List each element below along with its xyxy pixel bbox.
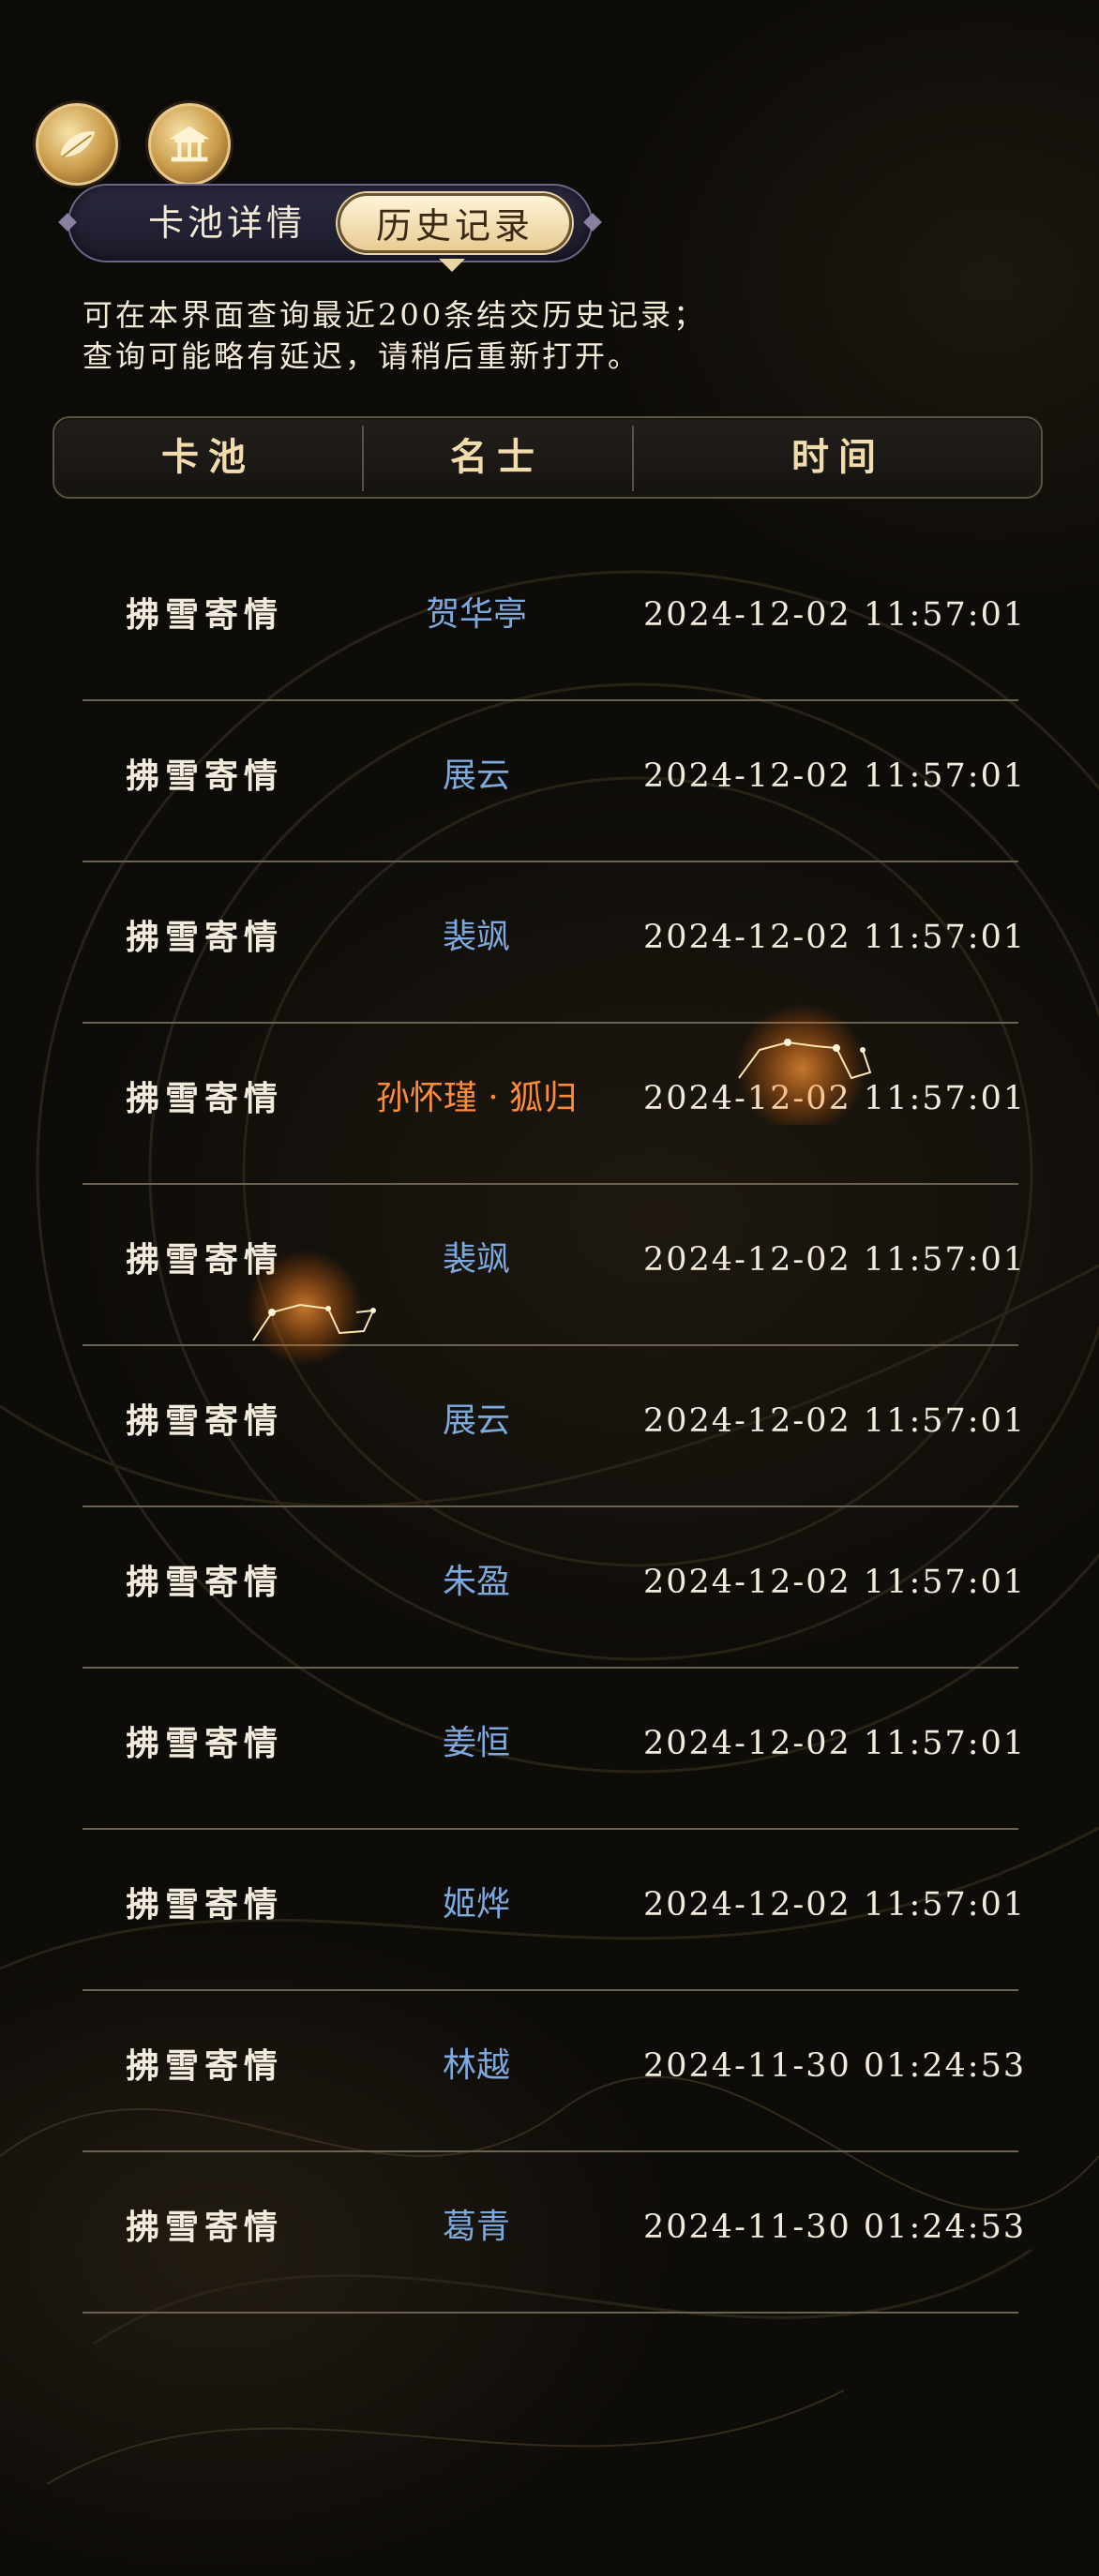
row-time: 2024-12-02 11:57:01	[643, 1241, 1027, 1279]
row-time: 2024-12-02 11:57:01	[643, 1725, 1027, 1762]
description: 可在本界面查询最近200条结交历史记录； 查询可能略有延迟，请稍后重新打开。	[83, 294, 1020, 377]
active-tab-pointer	[439, 259, 465, 272]
row-time: 2024-11-30 01:24:53	[643, 2047, 1027, 2085]
row-pool: 拂雪寄情	[125, 918, 283, 957]
row-hero: 裴飒	[442, 1240, 510, 1279]
table-row: 拂雪寄情 贺华亭 2024-12-02 11:57:01	[83, 540, 1027, 701]
table-row: 拂雪寄情 展云 2024-12-02 11:57:01	[83, 1346, 1027, 1507]
description-line-1: 可在本界面查询最近200条结交历史记录；	[83, 297, 707, 333]
table-row: 拂雪寄情 姬烨 2024-12-02 11:57:01	[83, 1830, 1027, 1991]
row-pool: 拂雪寄情	[125, 595, 283, 635]
pavilion-icon[interactable]	[148, 103, 231, 186]
table-row: 拂雪寄情 姜恒 2024-12-02 11:57:01	[83, 1669, 1027, 1830]
row-time: 2024-12-02 11:57:01	[643, 1080, 1027, 1117]
table-row: 拂雪寄情 裴飒 2024-12-02 11:57:01	[83, 1185, 1027, 1346]
row-pool: 拂雪寄情	[125, 1724, 283, 1763]
table-row: 拂雪寄情 裴飒 2024-12-02 11:57:01	[83, 862, 1027, 1024]
row-hero: 展云	[442, 1401, 510, 1440]
row-hero: 葛青	[442, 2208, 510, 2246]
header-hero: 名士	[450, 435, 544, 479]
row-pool: 拂雪寄情	[125, 1401, 283, 1441]
row-time: 2024-12-02 11:57:01	[643, 757, 1027, 795]
tab-bar: 卡池详情 历史记录	[68, 184, 593, 262]
row-pool: 拂雪寄情	[125, 1240, 283, 1280]
header-pool: 卡池	[161, 435, 255, 479]
row-hero: 展云	[442, 756, 510, 795]
row-time: 2024-12-02 11:57:01	[643, 919, 1027, 956]
row-pool: 拂雪寄情	[125, 2046, 283, 2086]
row-hero: 贺华亭	[425, 595, 527, 634]
row-time: 2024-11-30 01:24:53	[643, 2209, 1027, 2246]
header-time: 时间	[791, 435, 885, 479]
tab-history[interactable]: 历史记录	[338, 193, 572, 253]
row-time: 2024-12-02 11:57:01	[643, 1886, 1027, 1924]
leaf-emblem-icon[interactable]	[36, 103, 118, 186]
table-row: 拂雪寄情 林越 2024-11-30 01:24:53	[83, 1991, 1027, 2152]
table-row: 拂雪寄情 孙怀瑾 · 狐归 2024-12-02 11:57:01	[83, 1024, 1027, 1185]
row-pool: 拂雪寄情	[125, 756, 283, 796]
row-hero: 林越	[442, 2046, 510, 2085]
table-row: 拂雪寄情 展云 2024-12-02 11:57:01	[83, 701, 1027, 862]
table-row: 拂雪寄情 葛青 2024-11-30 01:24:53	[83, 2152, 1027, 2314]
row-hero-rare: 孙怀瑾 · 狐归	[375, 1079, 578, 1117]
row-time: 2024-12-02 11:57:01	[643, 1402, 1027, 1440]
row-time: 2024-12-02 11:57:01	[643, 1564, 1027, 1601]
description-line-2: 查询可能略有延迟，请稍后重新打开。	[83, 338, 641, 374]
table-header: 卡池 名士 时间	[53, 416, 1043, 499]
row-pool: 拂雪寄情	[125, 2208, 283, 2247]
row-hero: 姜恒	[442, 1724, 510, 1762]
row-pool: 拂雪寄情	[125, 1885, 283, 1925]
row-time: 2024-12-02 11:57:01	[643, 596, 1027, 634]
row-hero: 姬烨	[442, 1885, 510, 1924]
row-pool: 拂雪寄情	[125, 1079, 283, 1118]
tab-pool-details[interactable]: 卡池详情	[105, 193, 349, 253]
history-list: 拂雪寄情 贺华亭 2024-12-02 11:57:01 拂雪寄情 展云 202…	[83, 540, 1027, 2314]
row-hero: 裴飒	[442, 918, 510, 956]
table-row: 拂雪寄情 朱盈 2024-12-02 11:57:01	[83, 1507, 1027, 1669]
row-pool: 拂雪寄情	[125, 1563, 283, 1602]
row-hero: 朱盈	[442, 1563, 510, 1601]
